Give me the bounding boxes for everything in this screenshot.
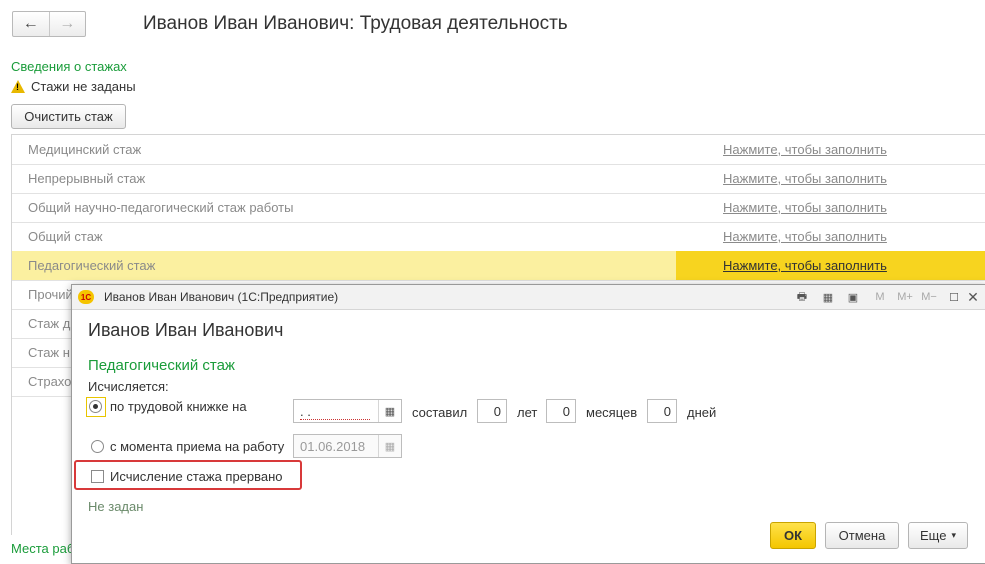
years-input[interactable]: 0 <box>477 399 507 423</box>
more-button[interactable]: Еще ▾ <box>908 522 968 549</box>
table-row-selected[interactable]: Педагогический стаж Нажмите, чтобы запол… <box>12 251 985 281</box>
warning-icon: ! <box>11 80 25 93</box>
row-label: Стаж д <box>28 316 71 331</box>
row-label: Медицинский стаж <box>28 142 142 157</box>
row-label: Общий научно-педагогический стаж работы <box>28 200 294 215</box>
option2-radio[interactable] <box>91 440 104 453</box>
dropdown-arrow-icon: ▾ <box>951 530 956 540</box>
fill-link[interactable]: Нажмите, чтобы заполнить <box>723 171 887 186</box>
page-title: Иванов Иван Иванович: Трудовая деятельно… <box>143 13 568 34</box>
fill-link[interactable]: Нажмите, чтобы заполнить <box>723 258 887 273</box>
workbook-date-field[interactable]: . . ▦ <box>293 399 402 423</box>
status-not-set: Не задан <box>88 499 144 514</box>
clear-experience-button[interactable]: Очистить стаж <box>11 104 126 129</box>
option1-radio[interactable] <box>89 400 102 413</box>
hire-date-value: 01.06.2018 <box>300 439 366 454</box>
dialog-section-title: Педагогический стаж <box>88 357 235 374</box>
more-button-label: Еще <box>920 528 947 543</box>
dialog-titlebar: 1С Иванов Иван Иванович (1С:Предприятие)… <box>72 285 985 310</box>
calendar-icon[interactable]: ▦ <box>378 435 401 457</box>
calendar-icon[interactable]: ▦ <box>378 400 401 422</box>
app-logo-icon: 1С <box>78 290 94 304</box>
fill-link[interactable]: Нажмите, чтобы заполнить <box>723 200 887 215</box>
months-label: месяцев <box>586 405 638 420</box>
option1-label: по трудовой книжке на <box>110 399 247 414</box>
nav-buttons: ← → <box>12 11 86 37</box>
section-title: Сведения о стажах <box>11 59 127 74</box>
pedagogical-experience-dialog: 1С Иванов Иван Иванович (1С:Предприятие)… <box>71 284 985 564</box>
warning-message: ! Стажи не заданы <box>11 79 136 94</box>
table-row[interactable]: Непрерывный стаж Нажмите, чтобы заполнит… <box>12 164 985 194</box>
dialog-heading: Иванов Иван Иванович <box>88 320 284 340</box>
row-label: Прочий <box>28 287 73 302</box>
interrupted-label: Исчисление стажа прервано <box>110 469 283 484</box>
print-icon[interactable]: 🖶 <box>794 289 810 305</box>
days-label: дней <box>687 405 717 420</box>
table-row[interactable]: Общий стаж Нажмите, чтобы заполнить <box>12 222 985 252</box>
days-input[interactable]: 0 <box>647 399 677 423</box>
calendar-icon[interactable]: ▣ <box>845 289 861 305</box>
spreadsheet-icon[interactable]: ▦ <box>820 289 836 305</box>
memory-plus-button[interactable]: M+ <box>894 289 916 305</box>
ok-button[interactable]: ОК <box>770 522 816 549</box>
row-label: Общий стаж <box>28 229 103 244</box>
maximize-icon[interactable]: ☐ <box>946 289 962 305</box>
row-label: Стаж н <box>28 345 70 360</box>
close-icon[interactable]: ✕ <box>965 289 981 305</box>
back-arrow-icon[interactable]: ← <box>13 12 50 36</box>
table-row[interactable]: Общий научно-педагогический стаж работы … <box>12 193 985 223</box>
fill-link[interactable]: Нажмите, чтобы заполнить <box>723 142 887 157</box>
years-label: лет <box>517 405 538 420</box>
option1-focus-frame <box>86 397 106 417</box>
row-label: Педагогический стаж <box>28 258 156 273</box>
warning-text: Стажи не заданы <box>31 79 136 94</box>
amount-label: составил <box>412 405 468 420</box>
calculated-label: Исчисляется: <box>88 379 169 394</box>
dialog-window-title: Иванов Иван Иванович (1С:Предприятие) <box>104 290 339 304</box>
workbook-date-value: . . <box>300 404 370 420</box>
forward-arrow-icon[interactable]: → <box>50 12 86 36</box>
memory-minus-button[interactable]: M− <box>918 289 940 305</box>
months-input[interactable]: 0 <box>546 399 576 423</box>
row-label: Страхо <box>28 374 72 389</box>
row-label: Непрерывный стаж <box>28 171 146 186</box>
memory-m-button[interactable]: M <box>872 289 888 305</box>
hire-date-field[interactable]: 01.06.2018 ▦ <box>293 434 402 458</box>
places-of-work-title: Места раб <box>11 541 75 556</box>
cancel-button[interactable]: Отмена <box>825 522 899 549</box>
option2-label: с момента приема на работу <box>110 439 285 454</box>
fill-link[interactable]: Нажмите, чтобы заполнить <box>723 229 887 244</box>
table-row[interactable]: Медицинский стаж Нажмите, чтобы заполнит… <box>12 135 985 165</box>
interrupted-checkbox[interactable] <box>91 470 104 483</box>
